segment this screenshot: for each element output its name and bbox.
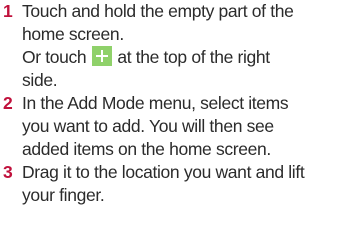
step-number: 3 (3, 162, 13, 182)
step-number: 2 (3, 93, 13, 113)
step-text-line: side. (22, 70, 58, 90)
step-alt-prefix: Or touch (22, 47, 87, 67)
step-number: 1 (3, 1, 13, 21)
step-2: 2 In the Add Mode menu, select items you… (0, 92, 341, 161)
step-text-line: Touch and hold the empty part of the (22, 1, 294, 21)
instruction-steps: 1 Touch and hold the empty part of the h… (0, 0, 341, 207)
step-alt-suffix: at the top of the right (117, 47, 270, 67)
step-text-line: added items on the home screen. (22, 139, 271, 159)
plus-icon (91, 46, 112, 66)
step-1: 1 Touch and hold the empty part of the h… (0, 0, 341, 92)
step-alt-line: Or touch at the top of the right (22, 46, 341, 69)
step-3: 3 Drag it to the location you want and l… (0, 161, 341, 207)
step-text-line: home screen. (22, 24, 124, 44)
step-text-line: In the Add Mode menu, select items (22, 93, 289, 113)
step-text-line: Drag it to the location you want and lif… (22, 162, 305, 182)
step-text-line: your finger. (22, 185, 105, 205)
step-text-line: you want to add. You will then see (22, 116, 274, 136)
